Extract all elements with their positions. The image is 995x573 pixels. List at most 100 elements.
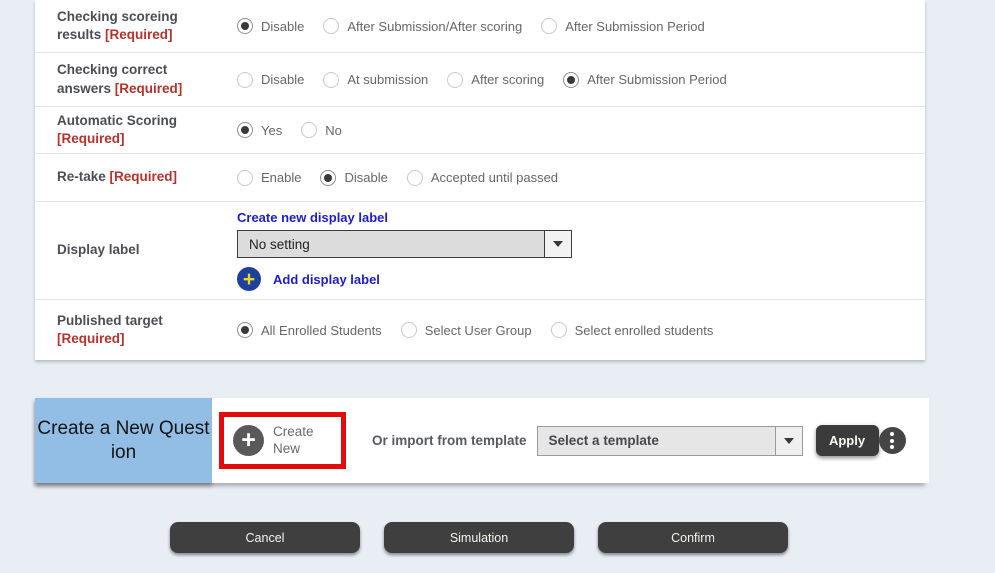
form-row: Automatic Scoring [Required] Yes No (35, 107, 925, 154)
radio-button[interactable] (541, 18, 557, 34)
create-new-button[interactable]: + Create New (233, 424, 325, 458)
display-label-select-value: No setting (238, 231, 544, 257)
chevron-down-icon (553, 241, 563, 247)
create-question-body: + Create New Or import from template Sel… (212, 398, 929, 483)
radio-button-selected[interactable] (237, 18, 253, 34)
radio-button[interactable] (237, 170, 253, 186)
radio-button-selected[interactable] (563, 72, 579, 88)
radio-option[interactable]: Disable (320, 170, 387, 186)
radio-button[interactable] (551, 322, 567, 338)
add-display-label-button[interactable]: + Add display label (237, 267, 380, 291)
radio-button[interactable] (301, 122, 317, 138)
kebab-dot (890, 445, 894, 449)
radio-option[interactable]: Disable (237, 18, 304, 34)
radio-button[interactable] (401, 322, 417, 338)
confirm-button[interactable]: Confirm (598, 522, 788, 553)
radio-label: After scoring (471, 72, 544, 87)
row-label: Published target [Required] (35, 312, 225, 348)
radio-button-selected[interactable] (320, 170, 336, 186)
radio-option[interactable]: All Enrolled Students (237, 322, 382, 338)
dropdown-arrow-button[interactable] (775, 427, 802, 455)
apply-button[interactable]: Apply (816, 425, 879, 456)
radio-button-selected[interactable] (237, 322, 253, 338)
radio-option[interactable]: Disable (237, 72, 304, 88)
radio-option[interactable]: No (301, 122, 342, 138)
form-rows-top: Checking scoreing results [Required] Disa… (35, 0, 925, 202)
create-new-display-label-link[interactable]: Create new display label (237, 210, 388, 225)
radio-label: After Submission/After scoring (347, 19, 522, 34)
dropdown-arrow-button[interactable] (544, 231, 571, 257)
radio-group: Yes No (237, 122, 342, 138)
radio-option[interactable]: Yes (237, 122, 282, 138)
required-badge: [Required] (105, 27, 173, 42)
kebab-menu-icon[interactable] (879, 427, 906, 454)
quiz-settings-panel: Checking scoreing results [Required] Disa… (35, 0, 925, 360)
create-new-label: Create New (273, 424, 325, 458)
radio-label: Select User Group (425, 323, 532, 338)
radio-option[interactable]: After Submission Period (541, 18, 704, 34)
radio-group: All Enrolled Students Select User Group Se… (237, 322, 713, 338)
radio-label: After Submission Period (587, 72, 726, 87)
row-label: Re-take [Required] (35, 168, 225, 186)
radio-option[interactable]: Accepted until passed (407, 170, 558, 186)
radio-option[interactable]: Select User Group (401, 322, 532, 338)
plus-icon: + (233, 425, 264, 456)
radio-button[interactable] (447, 72, 463, 88)
plus-icon: + (237, 267, 261, 291)
cancel-button[interactable]: Cancel (170, 522, 360, 553)
display-label-controls: Create new display label No setting + Ad… (237, 202, 572, 299)
radio-option[interactable]: After Submission/After scoring (323, 18, 522, 34)
required-badge: [Required] (115, 81, 183, 96)
radio-label: Enable (261, 170, 301, 185)
chevron-down-icon (784, 438, 794, 444)
form-row-display-label: Display label Create new display label N… (35, 202, 925, 300)
radio-label: No (325, 123, 342, 138)
row-label: Checking scoreing results [Required] (35, 8, 225, 44)
form-row: Published target [Required] All Enrolled … (35, 300, 925, 360)
section-title: Create a New Question (35, 398, 212, 483)
form-row: Checking correct answers [Required] Disab… (35, 53, 925, 107)
kebab-dot (890, 432, 894, 436)
form-row: Re-take [Required] Enable Disable Accepted … (35, 154, 925, 202)
row-label-text: Automatic Scoring (57, 113, 177, 128)
row-label-text: Published target (57, 313, 163, 328)
template-select-value: Select a template (538, 427, 775, 455)
simulation-button[interactable]: Simulation (384, 522, 574, 553)
row-label: Checking correct answers [Required] (35, 61, 225, 97)
kebab-dot (890, 439, 894, 443)
radio-group: Disable After Submission/After scoring Aft… (237, 18, 705, 34)
radio-label: All Enrolled Students (261, 323, 382, 338)
radio-group: Disable At submission After scoring After S… (237, 72, 727, 88)
display-label-select[interactable]: No setting (237, 230, 572, 258)
row-label: Display label (35, 241, 225, 259)
form-row: Checking scoreing results [Required] Disa… (35, 0, 925, 53)
radio-button[interactable] (323, 72, 339, 88)
radio-label: At submission (347, 72, 428, 87)
row-label: Automatic Scoring [Required] (35, 112, 225, 148)
annotation-highlight: + Create New (219, 412, 346, 470)
radio-option[interactable]: Select enrolled students (551, 322, 714, 338)
page: Checking scoreing results [Required] Disa… (0, 0, 995, 573)
radio-option[interactable]: After Submission Period (563, 72, 726, 88)
radio-option[interactable]: At submission (323, 72, 428, 88)
radio-label: Disable (261, 19, 304, 34)
required-badge: [Required] (57, 331, 125, 346)
radio-label: Select enrolled students (575, 323, 714, 338)
row-label-text: Re-take (57, 169, 110, 184)
radio-button[interactable] (237, 72, 253, 88)
radio-button[interactable] (323, 18, 339, 34)
radio-group: Enable Disable Accepted until passed (237, 170, 558, 186)
radio-option[interactable]: After scoring (447, 72, 544, 88)
radio-button-selected[interactable] (237, 122, 253, 138)
add-display-label-text: Add display label (273, 272, 380, 287)
radio-option[interactable]: Enable (237, 170, 301, 186)
row-label-text: Display label (57, 242, 140, 257)
radio-label: Accepted until passed (431, 170, 558, 185)
radio-button[interactable] (407, 170, 423, 186)
required-badge: [Required] (57, 131, 125, 146)
footer-actions: Cancel Simulation Confirm (170, 522, 788, 553)
form-rows-bottom: Published target [Required] All Enrolled … (35, 300, 925, 360)
template-select[interactable]: Select a template (537, 426, 803, 456)
or-import-label: Or import from template (372, 433, 527, 448)
radio-label: Disable (261, 72, 304, 87)
